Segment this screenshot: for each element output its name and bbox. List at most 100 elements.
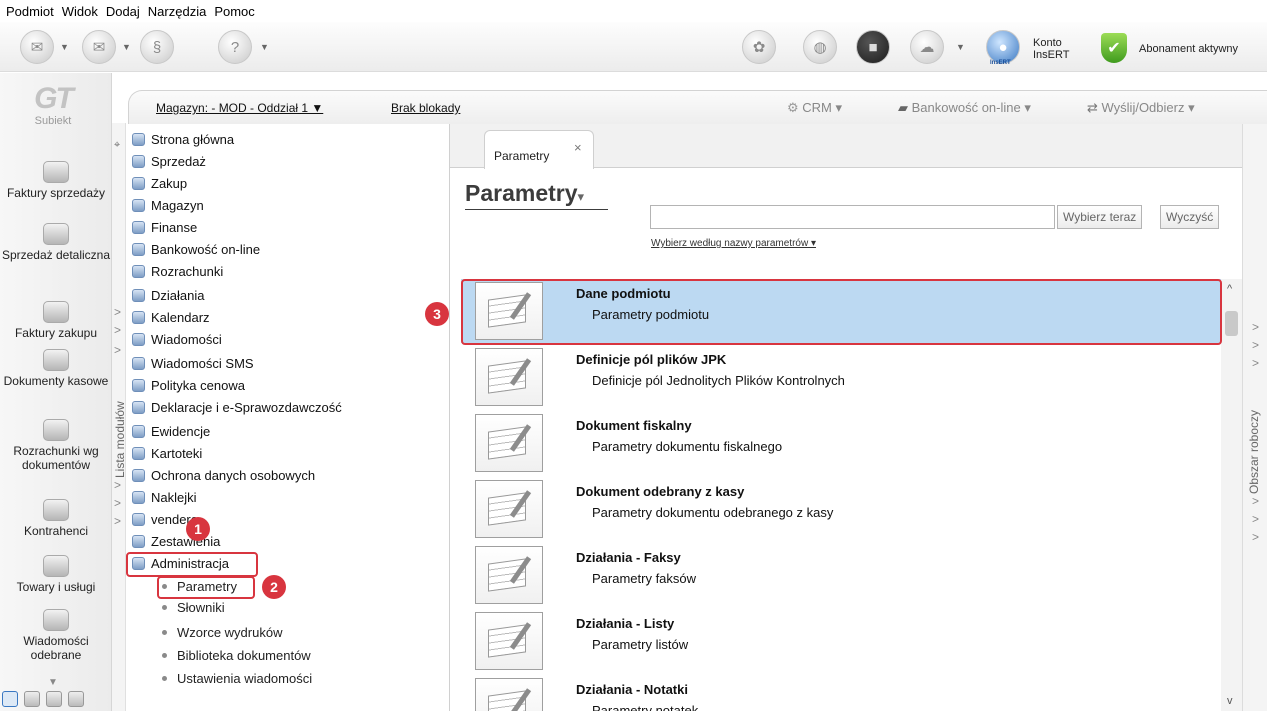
tree-item-dzialania[interactable]: Działania — [132, 284, 204, 306]
tree-sub-wzorce-wydrukow[interactable]: Wzorce wydruków — [162, 621, 282, 643]
tree-sub-biblioteka[interactable]: Biblioteka dokumentów — [162, 644, 311, 666]
nav-kontrahenci[interactable]: Kontrahenci — [0, 499, 112, 538]
chevron-down-icon[interactable]: ▼ — [956, 42, 965, 52]
nav-wiadomosci-odebrane[interactable]: Wiadomości odebrane — [0, 609, 112, 662]
abonament-label[interactable]: Abonament aktywny — [1139, 43, 1238, 55]
list-item[interactable]: Dokument odebrany z kasy Parametry dokum… — [461, 477, 1221, 541]
tree-item-kalendarz[interactable]: Kalendarz — [132, 306, 210, 328]
tree-item-kartoteki[interactable]: Kartoteki — [132, 442, 202, 464]
chevron-right-icon[interactable]: > — [114, 496, 121, 510]
tab-parametry[interactable]: Parametry × — [484, 130, 594, 169]
loading-icon[interactable]: ✿ — [742, 30, 776, 64]
module-list-strip[interactable]: > > > Lista modułów > > > — [112, 123, 127, 711]
chevron-right-icon[interactable]: > — [114, 343, 121, 357]
konto-label[interactable]: Konto — [1033, 37, 1062, 49]
tree-sub-ustawienia[interactable]: Ustawienia wiadomości — [162, 667, 312, 689]
tree-item-strona-glowna[interactable]: Strona główna — [132, 128, 234, 150]
wybierz-teraz-button[interactable]: Wybierz teraz — [1057, 205, 1143, 229]
tree-item-magazyn[interactable]: Magazyn — [132, 194, 204, 216]
crm-button[interactable]: ⚙ CRM ▾ — [787, 100, 842, 116]
nav-faktury-sprzedazy[interactable]: Faktury sprzedaży — [0, 161, 112, 200]
tree-item-label: Ochrona danych osobowych — [151, 467, 316, 483]
pin-icon[interactable]: ⌖ — [114, 139, 120, 152]
chevron-right-icon[interactable]: > — [114, 323, 121, 337]
bankowosc-button[interactable]: ▰ Bankowość on-line ▾ — [898, 100, 1031, 116]
menu-podmiot[interactable]: Podmiot — [6, 4, 54, 19]
magazyn-selector[interactable]: Magazyn: - MOD - Oddział 1 ▼ — [156, 101, 323, 115]
menu-narzedzia[interactable]: Narzędzia — [148, 4, 207, 19]
chevron-right-icon[interactable]: > — [1252, 530, 1259, 544]
tree-item-wiadomosci-sms[interactable]: Wiadomości SMS — [132, 352, 254, 374]
subiekt-icon[interactable]: § — [140, 30, 174, 64]
chevron-down-icon[interactable]: ▼ — [260, 42, 269, 52]
chevron-down-icon[interactable]: ▼ — [60, 42, 69, 52]
home-icon — [132, 132, 145, 146]
nav-towary-i-uslugi[interactable]: Towary i usługi — [0, 555, 112, 594]
mail-receive-icon[interactable]: ✉ — [82, 30, 116, 64]
tree-item-zakup[interactable]: Zakup — [132, 172, 187, 194]
nav-footer-icon[interactable] — [46, 691, 62, 707]
list-item[interactable]: Definicje pól plików JPK Definicje pól J… — [461, 345, 1221, 409]
chevron-right-icon[interactable]: > — [1252, 320, 1259, 334]
chevron-right-icon[interactable]: > — [1252, 338, 1259, 352]
filter-by-name-link[interactable]: Wybierz według nazwy parametrów ▾ — [651, 238, 816, 249]
konto-insert-label[interactable]: InsERT — [1033, 49, 1069, 61]
tree-item-bankowosc[interactable]: Bankowość on-line — [132, 238, 260, 260]
help-icon[interactable]: ? — [218, 30, 252, 64]
chevron-down-icon[interactable]: ▼ — [122, 42, 131, 52]
chevron-right-icon[interactable]: > — [114, 305, 121, 319]
mail-send-icon[interactable]: ✉ — [20, 30, 54, 64]
workspace-strip[interactable]: > > > Obszar roboczy > > > — [1242, 124, 1267, 711]
tree-item-finanse[interactable]: Finanse — [132, 216, 197, 238]
tree-item-label: Kartoteki — [151, 445, 203, 461]
close-icon[interactable]: × — [574, 140, 582, 155]
tree-item-polityka-cenowa[interactable]: Polityka cenowa — [132, 374, 245, 396]
list-item[interactable]: Dokument fiskalny Parametry dokumentu fi… — [461, 411, 1221, 475]
tree-item-sprzedaz[interactable]: Sprzedaż — [132, 150, 206, 172]
cloud-icon[interactable]: ☁ — [910, 30, 944, 64]
nav-footer-icon[interactable] — [68, 691, 84, 707]
tree-item-deklaracje[interactable]: Deklaracje i e-Sprawozdawczość — [132, 396, 342, 418]
left-nav: GT Subiekt Faktury sprzedaży Sprzedaż de… — [0, 73, 112, 711]
chevron-right-icon[interactable]: > — [114, 514, 121, 528]
tree-item-ochrona-danych[interactable]: Ochrona danych osobowych — [132, 464, 315, 486]
globe-icon[interactable]: ◍ — [803, 30, 837, 64]
nav-dokumenty-kasowe[interactable]: Dokumenty kasowe — [0, 349, 112, 388]
item-description: Parametry faksów — [592, 571, 697, 586]
chevron-right-icon[interactable]: > — [114, 478, 121, 492]
label-icon — [132, 490, 145, 504]
tree-item-rozrachunki[interactable]: Rozrachunki — [132, 260, 223, 282]
nav-rozrachunki[interactable]: Rozrachunki wg dokumentów — [0, 419, 112, 472]
menu-dodaj[interactable]: Dodaj — [106, 4, 140, 19]
scroll-down-icon[interactable]: v — [1227, 695, 1233, 707]
tree-item-wiadomosci[interactable]: Wiadomości — [132, 328, 222, 350]
menu-widok[interactable]: Widok — [62, 4, 98, 19]
tree-sub-slowniki[interactable]: Słowniki — [162, 596, 225, 618]
nav-faktury-zakupu[interactable]: Faktury zakupu — [0, 301, 112, 340]
page-title[interactable]: Parametry▾ — [465, 180, 584, 207]
tree-item-label: Finanse — [151, 219, 198, 235]
crm-icon: ⚙ — [787, 100, 803, 115]
tree-item-ewidencje[interactable]: Ewidencje — [132, 420, 210, 442]
list-item[interactable]: Działania - Notatki Parametry notatek — [461, 675, 1221, 711]
blokada-link[interactable]: Brak blokady — [391, 101, 460, 115]
scroll-up-icon[interactable]: ^ — [1227, 283, 1232, 295]
list-scrollbar[interactable]: ^ v — [1221, 279, 1242, 711]
chevron-right-icon[interactable]: > — [1252, 512, 1259, 526]
nav-footer-icon[interactable] — [2, 691, 18, 707]
chevron-right-icon[interactable]: > — [1252, 494, 1259, 508]
nav-footer-icon[interactable] — [24, 691, 40, 707]
list-item[interactable]: Działania - Listy Parametry listów — [461, 609, 1221, 673]
search-input[interactable] — [650, 205, 1055, 229]
chevron-down-icon[interactable]: ▼ — [48, 677, 58, 688]
scroll-thumb[interactable] — [1225, 311, 1238, 336]
tree-item-naklejki[interactable]: Naklejki — [132, 486, 197, 508]
step-badge-3: 3 — [425, 302, 449, 326]
nav-sprzedaz-detaliczna[interactable]: Sprzedaż detaliczna — [0, 223, 112, 262]
wyslij-odbierz-button[interactable]: ⇄ Wyślij/Odbierz ▾ — [1087, 100, 1195, 116]
wyczysc-button[interactable]: Wyczyść — [1160, 205, 1220, 229]
menu-pomoc[interactable]: Pomoc — [214, 4, 254, 19]
box-icon[interactable]: ■ — [856, 30, 890, 64]
chevron-right-icon[interactable]: > — [1252, 356, 1259, 370]
list-item[interactable]: Działania - Faksy Parametry faksów — [461, 543, 1221, 607]
